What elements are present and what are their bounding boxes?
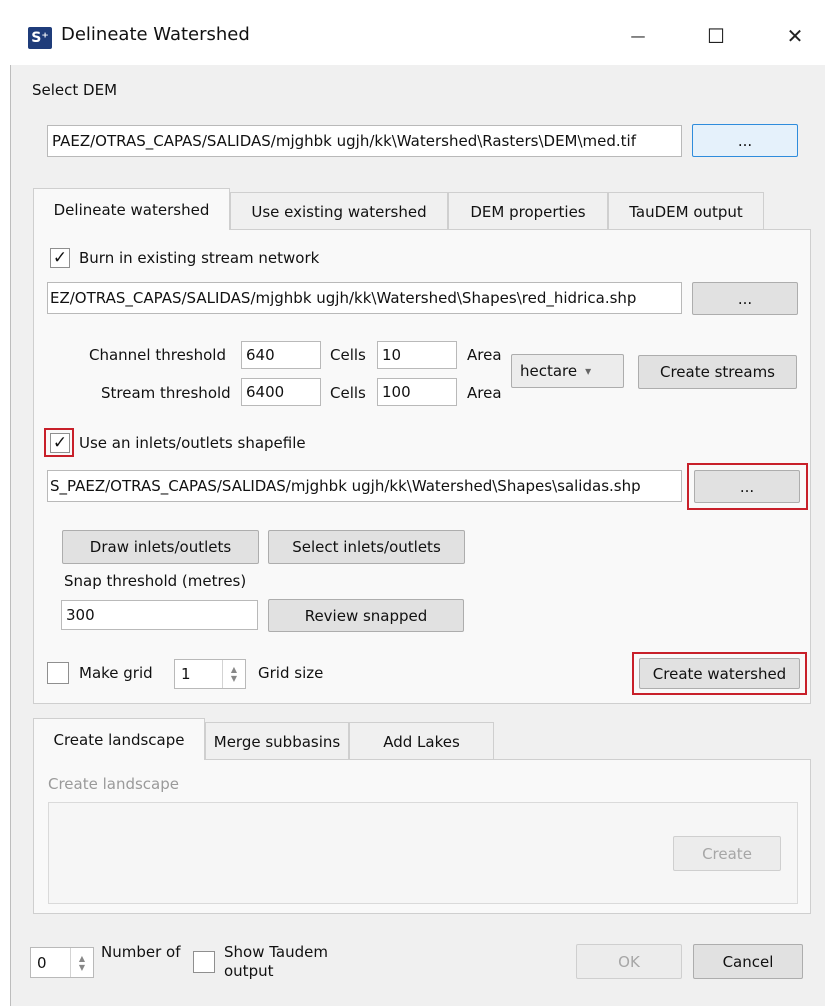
number-label: Number of <box>101 943 181 961</box>
maximize-icon: ☐ <box>707 24 725 48</box>
app-icon: S⁺ <box>28 27 52 49</box>
stream-threshold-area-input[interactable]: 100 <box>377 378 457 406</box>
channel-threshold-label: Channel threshold <box>89 346 226 364</box>
make-grid-checkbox[interactable] <box>47 662 69 684</box>
dem-browse-button[interactable]: ... <box>692 124 798 157</box>
review-snapped-button[interactable]: Review snapped <box>268 599 464 632</box>
close-button[interactable]: ✕ <box>770 20 820 52</box>
create-landscape-group-label: Create landscape <box>48 775 180 793</box>
stream-area-label: Area <box>467 384 502 402</box>
create-landscape-button[interactable]: Create <box>673 836 781 871</box>
grid-size-label: Grid size <box>258 664 324 682</box>
channel-threshold-cells-input[interactable]: 640 <box>241 341 321 369</box>
show-taudem-label: Show Taudem output <box>224 943 328 980</box>
grid-size-value: 1 <box>181 665 191 683</box>
tab-dem-properties[interactable]: DEM properties <box>448 192 608 230</box>
tab-delineate-watershed[interactable]: Delineate watershed <box>33 188 230 230</box>
inlets-outlets-label: Use an inlets/outlets shapefile <box>79 434 306 452</box>
create-watershed-button[interactable]: Create watershed <box>639 658 800 689</box>
tab-create-landscape[interactable]: Create landscape <box>33 718 205 760</box>
draw-inlets-outlets-button[interactable]: Draw inlets/outlets <box>62 530 259 564</box>
tab-taudem-output[interactable]: TauDEM output <box>608 192 764 230</box>
stream-cells-label: Cells <box>330 384 366 402</box>
chevron-down-icon: ▾ <box>585 364 592 378</box>
channel-area-label: Area <box>467 346 502 364</box>
channel-threshold-area-input[interactable]: 10 <box>377 341 457 369</box>
snap-threshold-label: Snap threshold (metres) <box>64 572 247 590</box>
area-unit-value: hectare <box>520 362 578 380</box>
burn-in-label: Burn in existing stream network <box>79 249 320 267</box>
select-dem-label: Select DEM <box>32 81 118 99</box>
create-streams-button[interactable]: Create streams <box>638 355 797 389</box>
inlets-outlets-path-field[interactable]: S_PAEZ/OTRAS_CAPAS/SALIDAS/mjghbk ugjh/k… <box>47 470 682 502</box>
snap-threshold-input[interactable]: 300 <box>61 600 258 630</box>
tab-use-existing-watershed[interactable]: Use existing watershed <box>230 192 448 230</box>
burn-in-checkbox[interactable]: ✓ <box>50 248 70 268</box>
show-taudem-checkbox[interactable] <box>193 951 215 973</box>
spin-arrows-icon[interactable]: ▲ ▼ <box>222 660 245 688</box>
maximize-button[interactable]: ☐ <box>691 20 741 52</box>
tab-add-lakes[interactable]: Add Lakes <box>349 722 494 760</box>
grid-size-spinbox[interactable]: 1 ▲ ▼ <box>174 659 246 689</box>
close-icon: ✕ <box>786 24 804 48</box>
minimize-button[interactable]: — <box>613 20 663 52</box>
spin-arrows-icon[interactable]: ▲ ▼ <box>70 948 93 977</box>
inlets-outlets-browse-button[interactable]: ... <box>694 470 800 503</box>
ok-button[interactable]: OK <box>576 944 682 979</box>
stream-network-browse-button[interactable]: ... <box>692 282 798 315</box>
inlets-outlets-checkbox[interactable]: ✓ <box>50 433 70 453</box>
stream-threshold-cells-input[interactable]: 6400 <box>241 378 321 406</box>
minimize-icon: — <box>630 27 646 45</box>
make-grid-label: Make grid <box>79 664 153 682</box>
area-unit-dropdown[interactable]: hectare ▾ <box>511 354 624 388</box>
stream-network-path-field[interactable]: EZ/OTRAS_CAPAS/SALIDAS/mjghbk ugjh/kk\Wa… <box>47 282 682 314</box>
select-inlets-outlets-button[interactable]: Select inlets/outlets <box>268 530 465 564</box>
window-title: Delineate Watershed <box>61 24 250 45</box>
cancel-button[interactable]: Cancel <box>693 944 803 979</box>
tab-merge-subbasins[interactable]: Merge subbasins <box>205 722 349 760</box>
dem-path-field[interactable]: PAEZ/OTRAS_CAPAS/SALIDAS/mjghbk ugjh/kk\… <box>47 125 682 157</box>
stream-threshold-label: Stream threshold <box>101 384 231 402</box>
number-spinbox[interactable]: 0 ▲ ▼ <box>30 947 94 978</box>
number-value: 0 <box>37 953 47 972</box>
channel-cells-label: Cells <box>330 346 366 364</box>
